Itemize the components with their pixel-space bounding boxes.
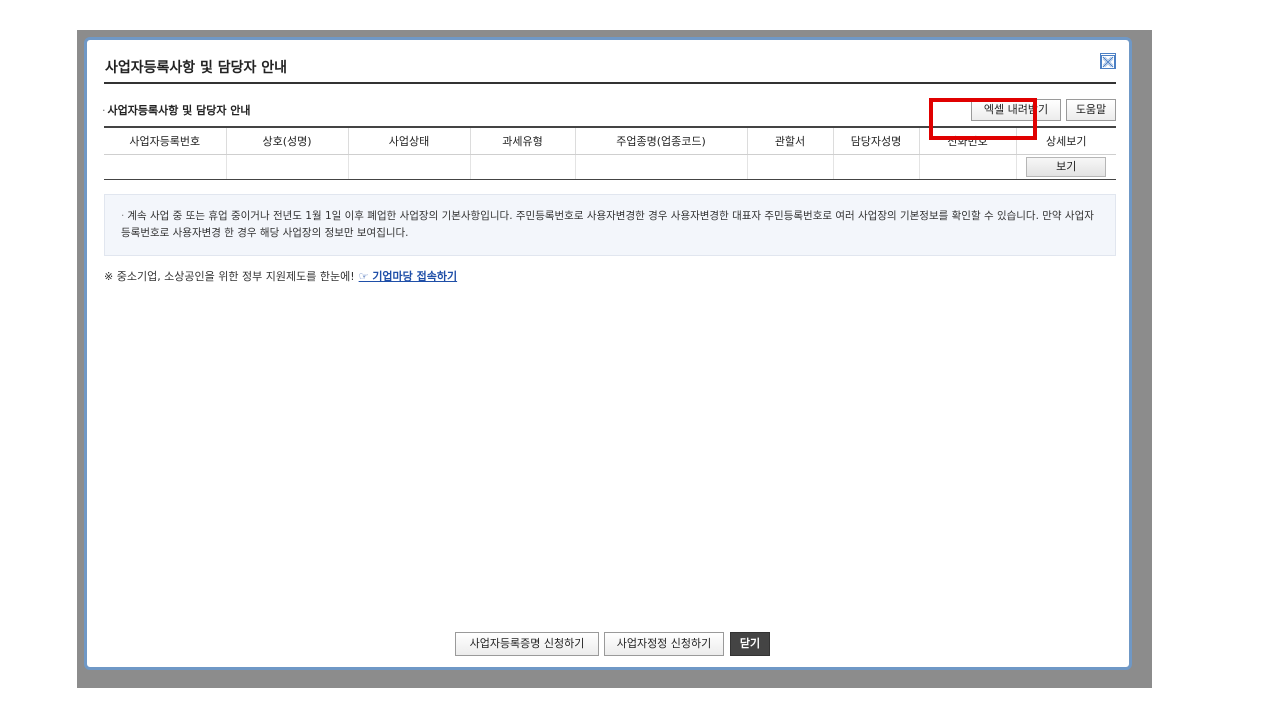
table-cell: 보기 xyxy=(1016,154,1116,180)
close-icon[interactable] xyxy=(1100,53,1116,69)
column-header: 과세유형 xyxy=(470,126,576,155)
column-header: 사업자등록번호 xyxy=(104,126,227,155)
table-cell xyxy=(104,154,227,180)
highlight-box xyxy=(929,98,1037,140)
bullet-icon: · xyxy=(102,104,106,117)
section-heading: · 사업자등록사항 및 담당자 안내 xyxy=(102,102,251,118)
info-bullet: · xyxy=(121,210,125,222)
apply-correction-button[interactable]: 사업자정정 신청하기 xyxy=(604,632,724,656)
bizinfo-link[interactable]: ☞ 기업마당 접속하기 xyxy=(359,270,457,283)
view-details-button[interactable]: 보기 xyxy=(1026,157,1107,177)
apply-certificate-button[interactable]: 사업자등록증명 신청하기 xyxy=(455,632,599,656)
notice-text: ※ 중소기업, 소상공인을 위한 정부 지원제도를 한눈에! xyxy=(104,270,355,283)
info-text: 계속 사업 중 또는 휴업 중이거나 전년도 1월 1일 이후 폐업한 사업장의… xyxy=(121,210,1094,239)
table-cell xyxy=(747,154,834,180)
table-cell xyxy=(919,154,1017,180)
column-header: 담당자성명 xyxy=(833,126,920,155)
column-header: 관할서 xyxy=(747,126,834,155)
info-box: · 계속 사업 중 또는 휴업 중이거나 전년도 1월 1일 이후 폐업한 사업장… xyxy=(104,194,1116,256)
table-cell xyxy=(226,154,349,180)
column-header: 사업상태 xyxy=(348,126,471,155)
table-cell xyxy=(470,154,576,180)
table-cell xyxy=(833,154,920,180)
close-x-icon xyxy=(1101,55,1115,69)
support-notice: ※ 중소기업, 소상공인을 위한 정부 지원제도를 한눈에! ☞ 기업마당 접속하… xyxy=(104,268,457,284)
help-button[interactable]: 도움말 xyxy=(1066,99,1116,121)
dialog-title: 사업자등록사항 및 담당자 안내 xyxy=(105,60,288,76)
close-button[interactable]: 닫기 xyxy=(730,632,770,656)
table-row: 보기 xyxy=(104,154,1116,180)
column-header: 주업종명(업종코드) xyxy=(575,126,748,155)
table-cell xyxy=(348,154,471,180)
table-cell xyxy=(575,154,748,180)
title-divider xyxy=(104,82,1116,84)
column-header: 상호(성명) xyxy=(226,126,349,155)
section-heading-text: 사업자등록사항 및 담당자 안내 xyxy=(107,104,251,117)
